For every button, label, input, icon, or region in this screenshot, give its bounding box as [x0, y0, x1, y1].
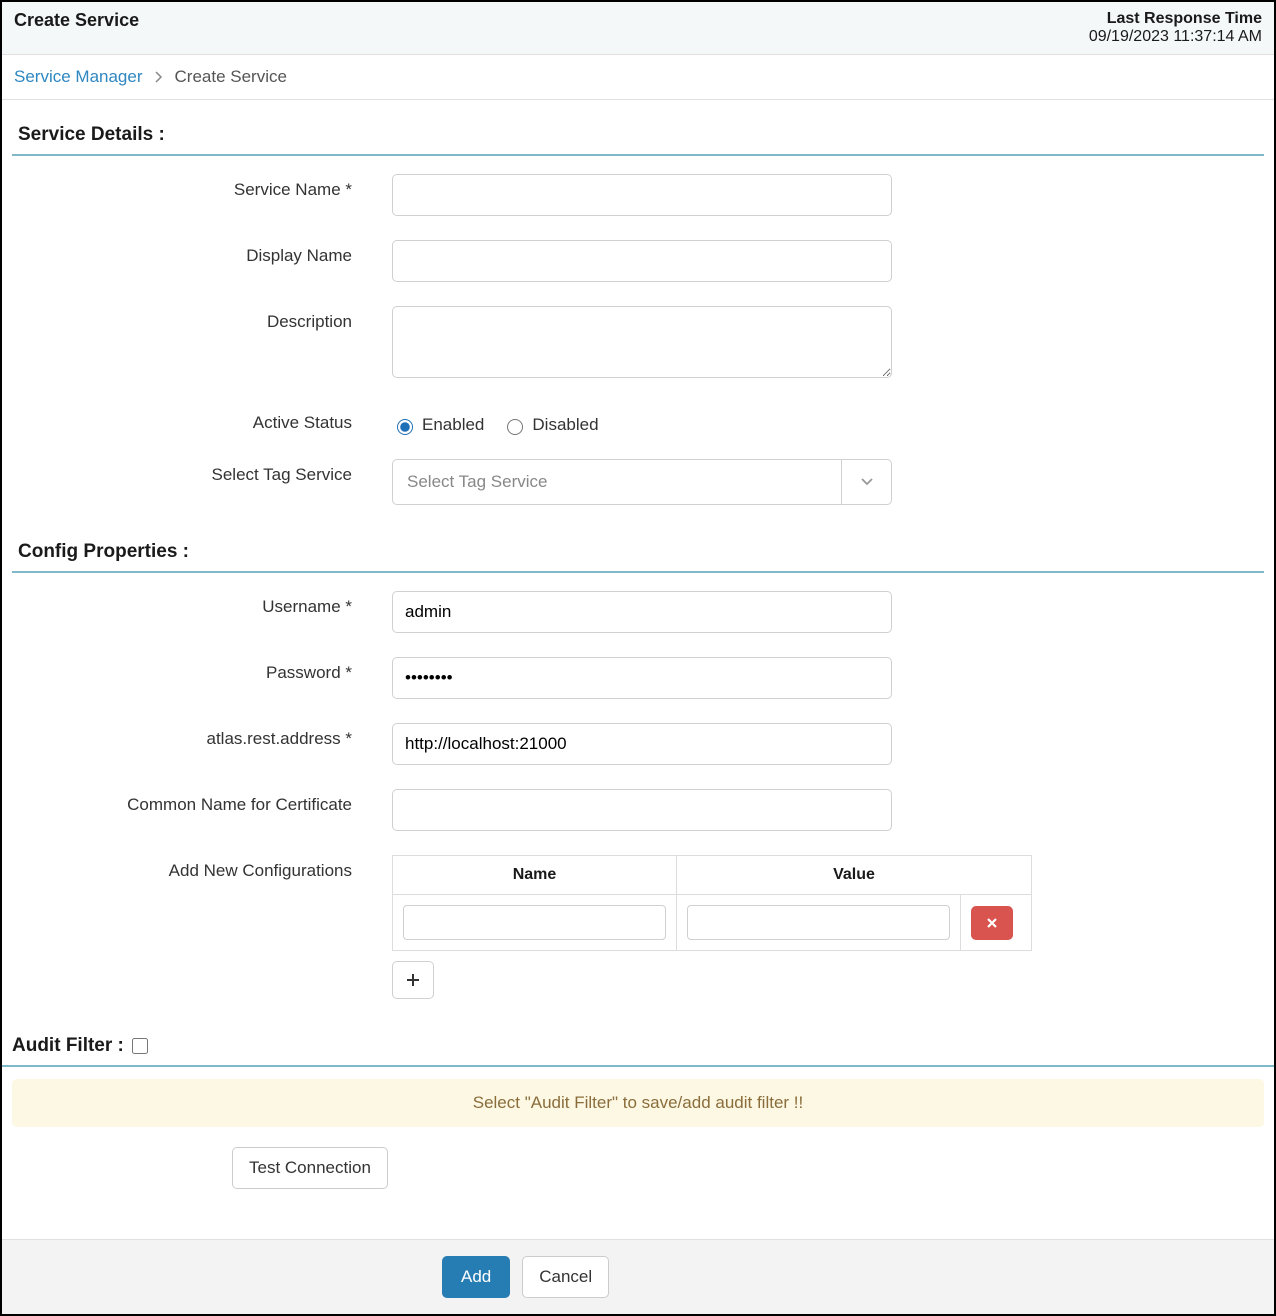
breadcrumb: Service Manager Create Service — [2, 55, 1274, 100]
breadcrumb-root-link[interactable]: Service Manager — [14, 67, 143, 87]
select-tag-service-label: Select Tag Service — [12, 459, 392, 485]
disabled-radio-input[interactable] — [507, 419, 523, 435]
close-icon — [986, 917, 998, 929]
add-row-button[interactable] — [392, 961, 434, 999]
select-tag-service-dropdown[interactable]: Select Tag Service — [392, 459, 892, 505]
select-tag-service-placeholder: Select Tag Service — [393, 460, 841, 504]
enabled-radio-label: Enabled — [422, 415, 484, 435]
last-response-block: Last Response Time 09/19/2023 11:37:14 A… — [1089, 10, 1262, 46]
section-audit-filter-heading: Audit Filter : — [2, 1023, 1274, 1067]
config-row-value-input[interactable] — [687, 905, 950, 940]
delete-row-button[interactable] — [971, 906, 1013, 940]
footer-bar: Add Cancel — [2, 1239, 1274, 1314]
display-name-label: Display Name — [12, 240, 392, 266]
common-cert-input[interactable] — [392, 789, 892, 831]
breadcrumb-current: Create Service — [175, 67, 287, 87]
service-name-label: Service Name * — [12, 174, 392, 200]
audit-filter-label: Audit Filter : — [12, 1035, 124, 1057]
last-response-label: Last Response Time — [1089, 10, 1262, 28]
display-name-input[interactable] — [392, 240, 892, 282]
section-service-details-heading: Service Details : — [12, 112, 1264, 156]
enabled-radio-input[interactable] — [397, 419, 413, 435]
atlas-address-label: atlas.rest.address * — [12, 723, 392, 749]
page-title: Create Service — [14, 10, 139, 31]
config-col-value: Value — [677, 856, 1032, 895]
common-cert-label: Common Name for Certificate — [12, 789, 392, 815]
topbar: Create Service Last Response Time 09/19/… — [2, 2, 1274, 55]
config-col-name: Name — [393, 856, 677, 895]
config-table: Name Value — [392, 855, 1032, 951]
audit-filter-checkbox[interactable] — [132, 1038, 148, 1054]
cancel-button[interactable]: Cancel — [522, 1256, 609, 1298]
description-label: Description — [12, 306, 392, 332]
password-label: Password * — [12, 657, 392, 683]
section-config-properties-heading: Config Properties : — [12, 529, 1264, 573]
last-response-time: 09/19/2023 11:37:14 AM — [1089, 28, 1262, 46]
username-label: Username * — [12, 591, 392, 617]
active-status-label: Active Status — [12, 407, 392, 433]
chevron-down-icon — [841, 460, 891, 504]
config-row-name-input[interactable] — [403, 905, 666, 940]
plus-icon — [406, 973, 420, 987]
active-status-disabled-radio[interactable]: Disabled — [502, 415, 598, 435]
add-button[interactable]: Add — [442, 1256, 510, 1298]
active-status-enabled-radio[interactable]: Enabled — [392, 415, 484, 435]
test-connection-button[interactable]: Test Connection — [232, 1147, 388, 1189]
chevron-right-icon — [155, 71, 163, 83]
config-row — [393, 895, 1032, 951]
description-input[interactable] — [392, 306, 892, 378]
audit-filter-alert: Select "Audit Filter" to save/add audit … — [12, 1079, 1264, 1127]
add-new-config-label: Add New Configurations — [12, 855, 392, 881]
password-input[interactable] — [392, 657, 892, 699]
service-name-input[interactable] — [392, 174, 892, 216]
atlas-address-input[interactable] — [392, 723, 892, 765]
username-input[interactable] — [392, 591, 892, 633]
disabled-radio-label: Disabled — [532, 415, 598, 435]
